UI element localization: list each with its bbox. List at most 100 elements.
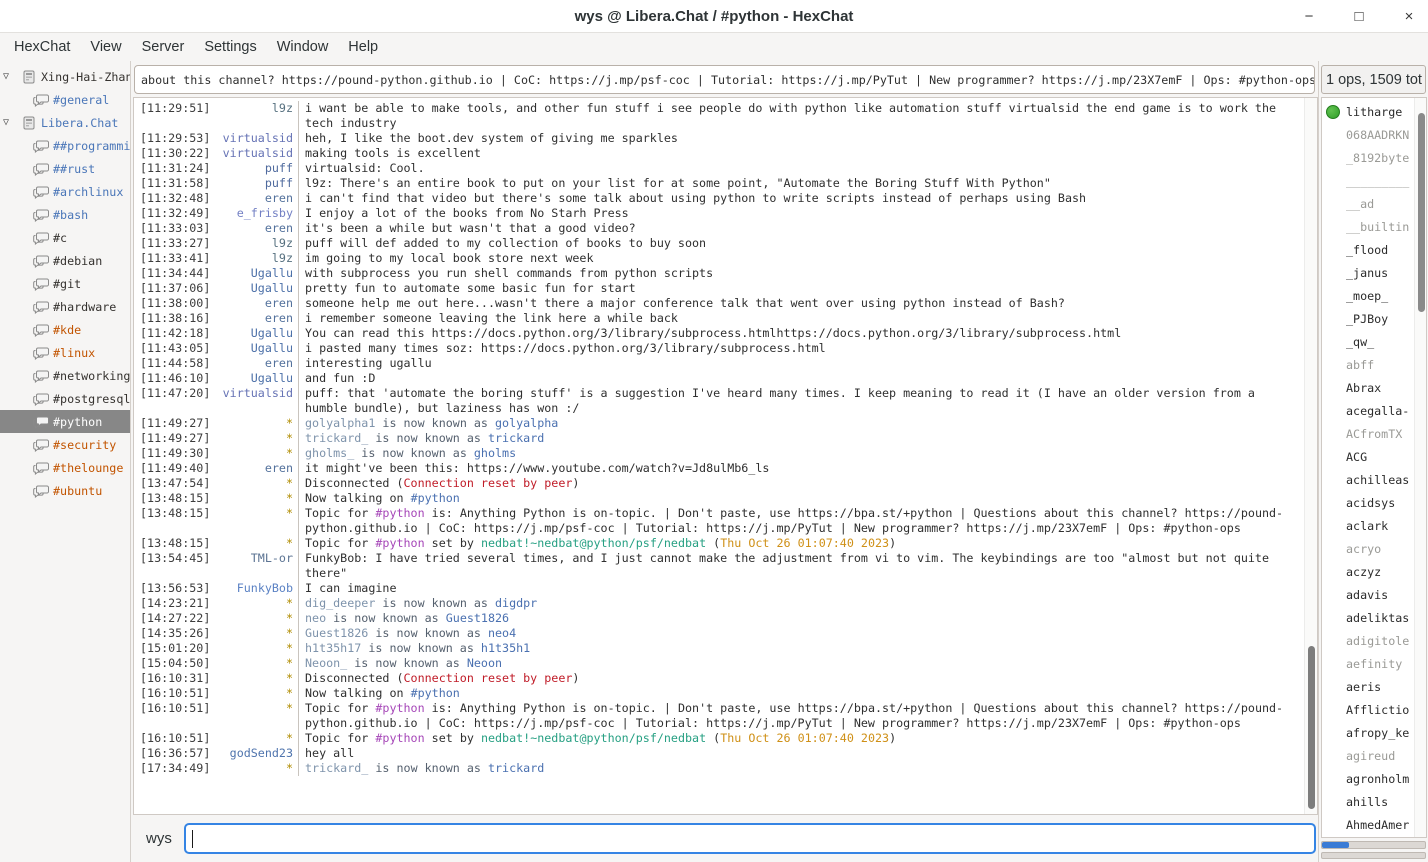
userlist-item[interactable]: _8192byte bbox=[1322, 146, 1414, 169]
chat-nick: Ugallu bbox=[210, 281, 298, 296]
userlist-item[interactable]: litharge bbox=[1322, 100, 1414, 123]
tree-channel--security[interactable]: #security bbox=[0, 433, 130, 456]
menu-item-view[interactable]: View bbox=[80, 36, 131, 58]
minimize-icon[interactable]: − bbox=[1298, 6, 1320, 28]
userlist-item[interactable]: acryo bbox=[1322, 537, 1414, 560]
tree-channel--general[interactable]: #general bbox=[0, 88, 130, 111]
userlist-item[interactable]: ACfromTX bbox=[1322, 422, 1414, 445]
user-status-spacer bbox=[1326, 381, 1340, 395]
userlist-item[interactable]: _qw_ bbox=[1322, 330, 1414, 353]
userlist-item[interactable]: ACG bbox=[1322, 445, 1414, 468]
close-icon[interactable]: × bbox=[1398, 6, 1420, 28]
userlist-item[interactable]: aeris bbox=[1322, 675, 1414, 698]
event-star-icon: * bbox=[286, 686, 293, 700]
userlist-nick: __builtin bbox=[1346, 220, 1409, 234]
tree-channel--kde[interactable]: #kde bbox=[0, 318, 130, 341]
server-icon bbox=[21, 116, 37, 130]
menu-item-help[interactable]: Help bbox=[338, 36, 388, 58]
userlist-item[interactable]: adigitole bbox=[1322, 629, 1414, 652]
tree-channel--linux[interactable]: #linux bbox=[0, 341, 130, 364]
maximize-icon[interactable]: □ bbox=[1348, 6, 1370, 28]
userlist-item[interactable]: agronholm bbox=[1322, 767, 1414, 790]
chat-nick: FunkyBob bbox=[210, 581, 298, 596]
event-star-icon: * bbox=[286, 596, 293, 610]
tree-server-libera-chat[interactable]: ▽Libera.Chat bbox=[0, 111, 130, 134]
chat-timestamp: [11:29:51] bbox=[140, 101, 210, 116]
menu-item-hexchat[interactable]: HexChat bbox=[4, 36, 80, 58]
chat-row: [13:47:54]*Disconnected (Connection rese… bbox=[140, 476, 1304, 491]
userlist-item[interactable]: afropy_ke bbox=[1322, 721, 1414, 744]
tree-channel--python[interactable]: #python bbox=[0, 410, 130, 433]
userlist-item[interactable]: _janus bbox=[1322, 261, 1414, 284]
userlist-nick: 068AADRKN bbox=[1346, 128, 1409, 142]
tree-channel--c[interactable]: #c bbox=[0, 226, 130, 249]
userlist-item[interactable]: acidsys bbox=[1322, 491, 1414, 514]
chat-log[interactable]: [11:29:51]l9zi want be able to make tool… bbox=[134, 98, 1304, 814]
topic-input[interactable]: about this channel? https://pound-python… bbox=[134, 65, 1315, 94]
userlist-item[interactable]: _moep_ bbox=[1322, 284, 1414, 307]
userlist-item[interactable]: _flood bbox=[1322, 238, 1414, 261]
userlist-item[interactable]: __ad bbox=[1322, 192, 1414, 215]
userlist-item[interactable]: __builtin bbox=[1322, 215, 1414, 238]
tree-channel--postgresql[interactable]: #postgresql bbox=[0, 387, 130, 410]
own-nick-label[interactable]: wys bbox=[146, 830, 172, 847]
userlist-item[interactable]: ahills bbox=[1322, 790, 1414, 813]
userlist-item[interactable]: _PJBoy bbox=[1322, 307, 1414, 330]
user-status-spacer bbox=[1326, 772, 1340, 786]
tree-expander-icon[interactable]: ▽ bbox=[3, 71, 17, 82]
tree-channel--git[interactable]: #git bbox=[0, 272, 130, 295]
userlist-item[interactable]: acegalla- bbox=[1322, 399, 1414, 422]
userlist-item[interactable]: aefinity bbox=[1322, 652, 1414, 675]
chat-timestamp: [11:33:03] bbox=[140, 221, 210, 236]
tree-channel--ubuntu[interactable]: #ubuntu bbox=[0, 479, 130, 502]
tree-channel--bash[interactable]: #bash bbox=[0, 203, 130, 226]
userlist-scrollbar[interactable] bbox=[1414, 98, 1426, 837]
tree-channel--hardware[interactable]: #hardware bbox=[0, 295, 130, 318]
tree-channel--debian[interactable]: #debian bbox=[0, 249, 130, 272]
chat-scrollbar-thumb[interactable] bbox=[1308, 646, 1315, 809]
menu-item-window[interactable]: Window bbox=[267, 36, 339, 58]
tree-channel--rust[interactable]: ##rust bbox=[0, 157, 130, 180]
tree-channel--networking[interactable]: #networking bbox=[0, 364, 130, 387]
user-status-spacer bbox=[1326, 634, 1340, 648]
chat-message: Disconnected (Connection reset by peer) bbox=[298, 671, 1304, 686]
chat-event-star: * bbox=[210, 686, 298, 701]
userlist-item[interactable]: _________ bbox=[1322, 169, 1414, 192]
chat-timestamp: [17:34:49] bbox=[140, 761, 210, 776]
userlist-item[interactable]: adavis bbox=[1322, 583, 1414, 606]
userlist-item[interactable]: aczyz bbox=[1322, 560, 1414, 583]
userlist-item[interactable]: Abrax bbox=[1322, 376, 1414, 399]
tree-channel--archlinux[interactable]: #archlinux bbox=[0, 180, 130, 203]
userlist-item[interactable]: aclark bbox=[1322, 514, 1414, 537]
userlist-nick: _________ bbox=[1346, 174, 1409, 188]
userlist-scrollbar-thumb[interactable] bbox=[1418, 113, 1425, 313]
tree-item-label: #git bbox=[53, 277, 81, 291]
user-status-spacer bbox=[1326, 335, 1340, 349]
userlist-item[interactable]: Afflictio bbox=[1322, 698, 1414, 721]
menu-item-server[interactable]: Server bbox=[132, 36, 195, 58]
userlist-item[interactable]: 068AADRKN bbox=[1322, 123, 1414, 146]
tree-server-xing-hai-zhang[interactable]: ▽Xing-Hai-Zhang bbox=[0, 65, 130, 88]
chat-timestamp: [11:42:18] bbox=[140, 326, 210, 341]
userlist-nick: _8192byte bbox=[1346, 151, 1409, 165]
userlist-item[interactable]: achilleas bbox=[1322, 468, 1414, 491]
chat-scrollbar[interactable] bbox=[1304, 98, 1317, 814]
userlist-item[interactable]: abff bbox=[1322, 353, 1414, 376]
chat-row: [11:31:24]puffvirtualsid: Cool. bbox=[140, 161, 1304, 176]
userlist-nick: aczyz bbox=[1346, 565, 1381, 579]
chat-message: l9z: There's an entire book to put on yo… bbox=[298, 176, 1304, 191]
tree-expander-icon[interactable]: ▽ bbox=[3, 117, 17, 128]
userlist-item[interactable]: AhmedAmer bbox=[1322, 813, 1414, 836]
tree-channel--thelounge[interactable]: #thelounge bbox=[0, 456, 130, 479]
userlist-item[interactable]: agireud bbox=[1322, 744, 1414, 767]
chat-row: [16:36:57]godSend23hey all bbox=[140, 746, 1304, 761]
message-input[interactable] bbox=[184, 823, 1316, 854]
userlist-item[interactable]: adeliktas bbox=[1322, 606, 1414, 629]
chat-row: [16:10:31]*Disconnected (Connection rese… bbox=[140, 671, 1304, 686]
tree-channel--programming[interactable]: ##programming bbox=[0, 134, 130, 157]
lag-meter-fill bbox=[1322, 842, 1349, 848]
chat-timestamp: [13:47:54] bbox=[140, 476, 210, 491]
menu-item-settings[interactable]: Settings bbox=[194, 36, 266, 58]
op-status-icon bbox=[1326, 105, 1340, 119]
event-star-icon: * bbox=[286, 731, 293, 745]
